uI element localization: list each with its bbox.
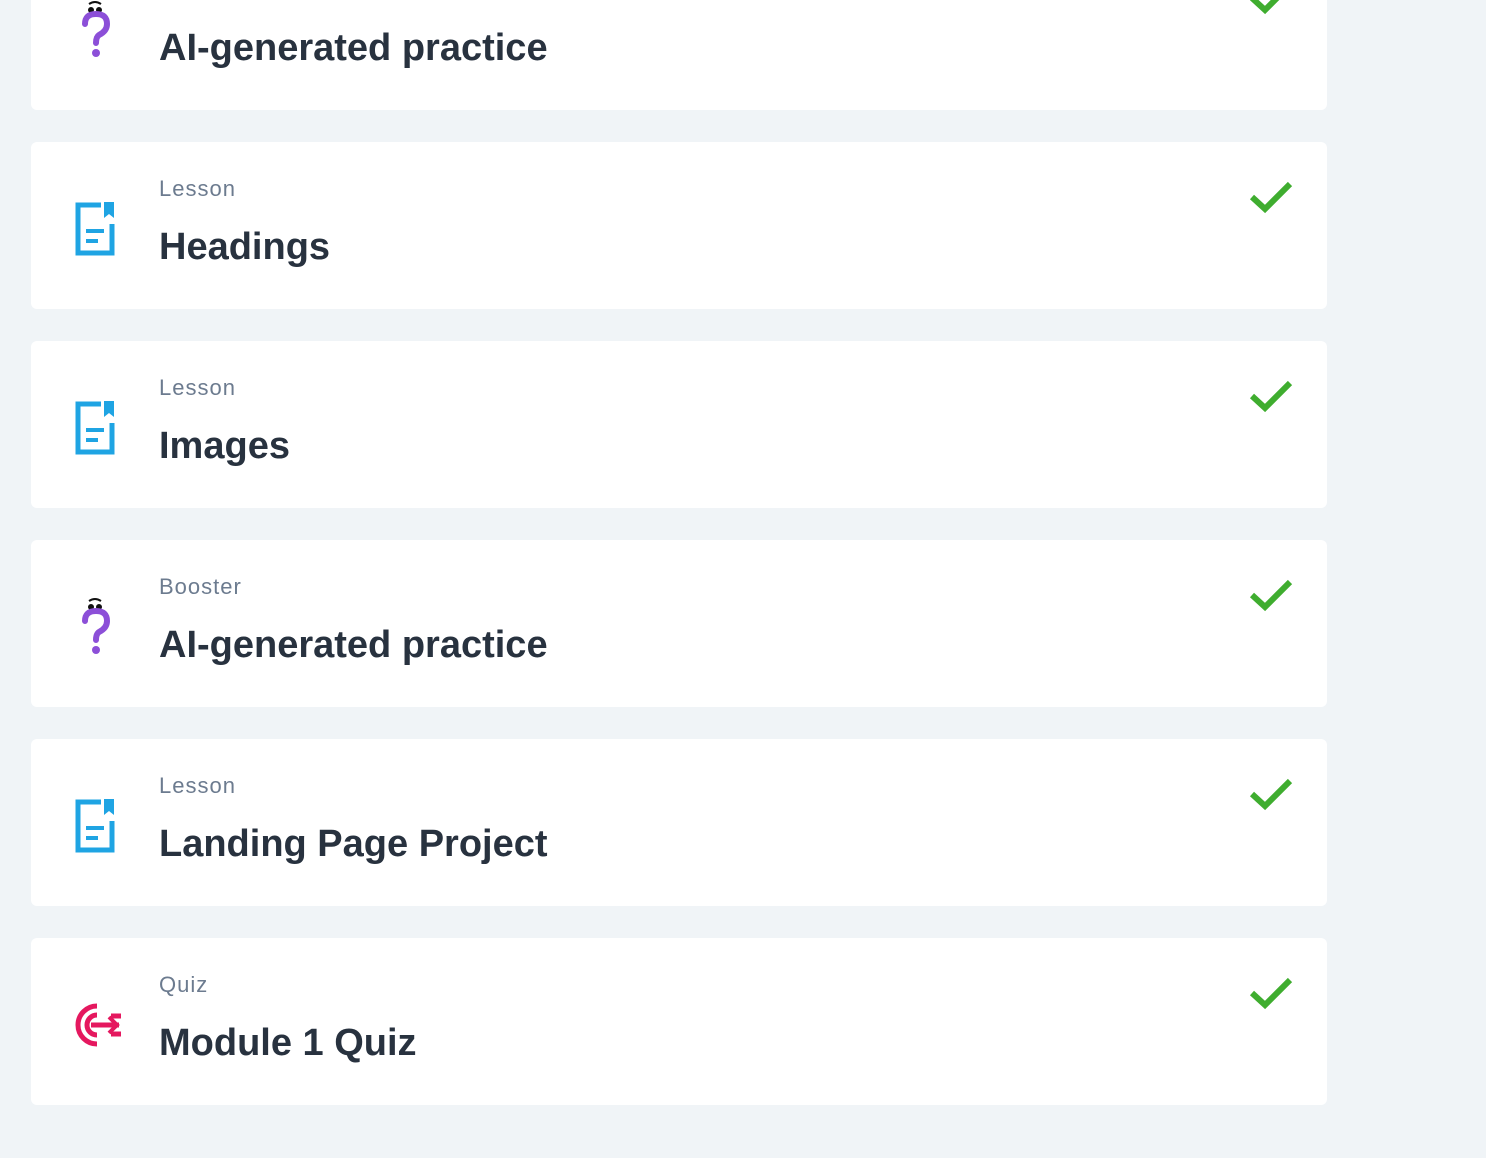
booster-icon [63, 0, 127, 62]
item-type-label: Booster [159, 0, 242, 3]
item-type-label: Quiz [159, 972, 209, 997]
checkmark-icon [1249, 977, 1293, 1010]
lesson-icon [63, 794, 127, 858]
list-item[interactable]: Quiz Module 1 Quiz [31, 938, 1327, 1105]
list-item[interactable]: Lesson Images [31, 341, 1327, 508]
item-title: AI-generated practice [159, 27, 548, 69]
checkmark-icon [1249, 0, 1280, 15]
item-type-label: Lesson [159, 375, 236, 400]
item-type-label: Lesson [159, 176, 236, 201]
item-title: Module 1 Quiz [159, 1022, 417, 1064]
item-title: Landing Page Project [159, 823, 548, 865]
lesson-icon [63, 197, 127, 261]
checkmark-icon [1249, 579, 1293, 612]
booster-icon [63, 595, 127, 659]
quiz-target-icon [63, 993, 127, 1057]
item-type-label: Booster [159, 574, 242, 599]
item-title: AI-generated practice [159, 624, 548, 666]
item-title: Images [159, 425, 290, 467]
module-item-list: Booster AI-generated practice Lesson Hea… [31, 0, 1327, 1137]
item-title: Headings [159, 226, 331, 268]
checkmark-icon [1249, 181, 1293, 214]
list-item[interactable]: Lesson Headings [31, 142, 1327, 309]
list-item[interactable]: Lesson Landing Page Project [31, 739, 1327, 906]
checkmark-icon [1249, 380, 1293, 413]
list-item[interactable]: Booster AI-generated practice [31, 540, 1327, 707]
lesson-icon [63, 396, 127, 460]
item-type-label: Lesson [159, 773, 236, 798]
list-item[interactable]: Booster AI-generated practice [31, 0, 1327, 110]
checkmark-icon [1249, 778, 1293, 811]
